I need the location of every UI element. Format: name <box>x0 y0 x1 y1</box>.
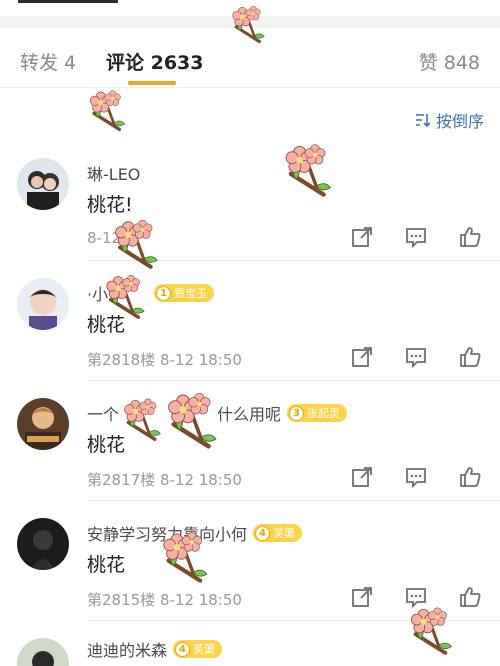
share-icon[interactable] <box>350 225 374 249</box>
comment-item: 琳-LEO 桃花! 8-12 <box>0 150 500 270</box>
share-icon[interactable] <box>350 585 374 609</box>
badge-level: 3 <box>289 405 305 421</box>
comment-text: 桃花 <box>87 554 126 576</box>
comment-text: 桃花 <box>87 314 126 336</box>
tab-repost[interactable]: 转发 4 <box>20 48 76 75</box>
comment-meta: 第2815楼 8-12 18:50 <box>87 591 242 609</box>
badge-name: 芙蕖 <box>273 527 296 540</box>
divider <box>87 620 500 621</box>
comment-item: 迪迪的米森 4 芙蕖 <box>0 630 500 666</box>
comment-item: 一个 什么用呢 3 张起灵 桃花 第2817楼 8-12 18:50 <box>0 390 500 510</box>
like-icon[interactable] <box>458 345 482 369</box>
sort-label: 按倒序 <box>435 112 484 131</box>
comment-author[interactable]: 一个 <box>87 401 119 425</box>
comment-actions <box>350 345 482 369</box>
comment-author[interactable]: 琳-LEO <box>87 161 140 185</box>
active-tab-indicator <box>128 81 176 85</box>
top-edge-bar <box>18 0 118 3</box>
comment-icon[interactable] <box>404 345 428 369</box>
badge-name: 贾宝玉 <box>174 287 208 300</box>
comment-icon[interactable] <box>404 465 428 489</box>
badge-level: 4 <box>255 525 271 541</box>
share-icon[interactable] <box>350 465 374 489</box>
section-gap <box>0 16 500 28</box>
badge-level: 4 <box>175 641 191 657</box>
badge-level: 1 <box>156 285 172 301</box>
comment-meta: 第2817楼 8-12 18:50 <box>87 471 242 489</box>
comment-icon[interactable] <box>404 585 428 609</box>
comment-author-row: 一个 什么用呢 3 张起灵 <box>87 401 348 425</box>
fan-badge: 4 芙蕖 <box>173 640 223 658</box>
avatar[interactable] <box>17 638 69 666</box>
comment-actions <box>350 225 482 249</box>
fan-badge: 3 张起灵 <box>287 404 348 422</box>
comment-actions <box>350 585 482 609</box>
avatar[interactable] <box>17 398 69 450</box>
comment-text: 桃花! <box>87 194 133 216</box>
divider <box>87 500 500 501</box>
top-strip <box>0 0 500 16</box>
comment-meta: 8-12 <box>87 229 122 247</box>
like-icon[interactable] <box>458 465 482 489</box>
comment-author-row: ·小 1 贾宝玉 <box>87 281 215 305</box>
tab-likes[interactable]: 赞 848 <box>419 48 480 75</box>
sort-icon <box>415 114 431 128</box>
avatar[interactable] <box>17 158 69 210</box>
avatar[interactable] <box>17 278 69 330</box>
like-icon[interactable] <box>458 585 482 609</box>
divider <box>87 260 500 261</box>
tab-bar: 转发 4 评论 2633 赞 848 <box>0 28 500 88</box>
comment-author-row: 琳-LEO <box>87 161 140 185</box>
comment-text: 桃花 <box>87 434 126 456</box>
share-icon[interactable] <box>350 345 374 369</box>
comment-actions <box>350 465 482 489</box>
comment-author[interactable]: 迪迪的米森 <box>87 637 167 661</box>
comment-author[interactable]: 安静学习努力靠向小何 <box>87 521 247 545</box>
tab-comments[interactable]: 评论 2633 <box>106 48 204 75</box>
comment-item: ·小 1 贾宝玉 桃花 第2818楼 8-12 18:50 <box>0 270 500 390</box>
comment-icon[interactable] <box>404 225 428 249</box>
peach-blossom-sticker <box>88 88 127 131</box>
fan-badge: 4 芙蕖 <box>253 524 303 542</box>
fan-badge: 1 贾宝玉 <box>154 284 215 302</box>
badge-name: 芙蕖 <box>193 643 216 656</box>
comment-author-row: 迪迪的米森 4 芙蕖 <box>87 637 223 661</box>
sort-button[interactable]: 按倒序 <box>414 108 484 132</box>
divider <box>87 380 500 381</box>
badge-name: 张起灵 <box>307 407 341 420</box>
comment-author-row: 安静学习努力靠向小何 4 芙蕖 <box>87 521 303 545</box>
comment-author-tail: 什么用呢 <box>217 405 282 424</box>
comment-meta: 第2818楼 8-12 18:50 <box>87 351 242 369</box>
comment-item: 安静学习努力靠向小何 4 芙蕖 桃花 第2815楼 8-12 18:50 <box>0 510 500 630</box>
avatar[interactable] <box>17 518 69 570</box>
like-icon[interactable] <box>458 225 482 249</box>
comment-author[interactable]: ·小 <box>87 281 108 305</box>
